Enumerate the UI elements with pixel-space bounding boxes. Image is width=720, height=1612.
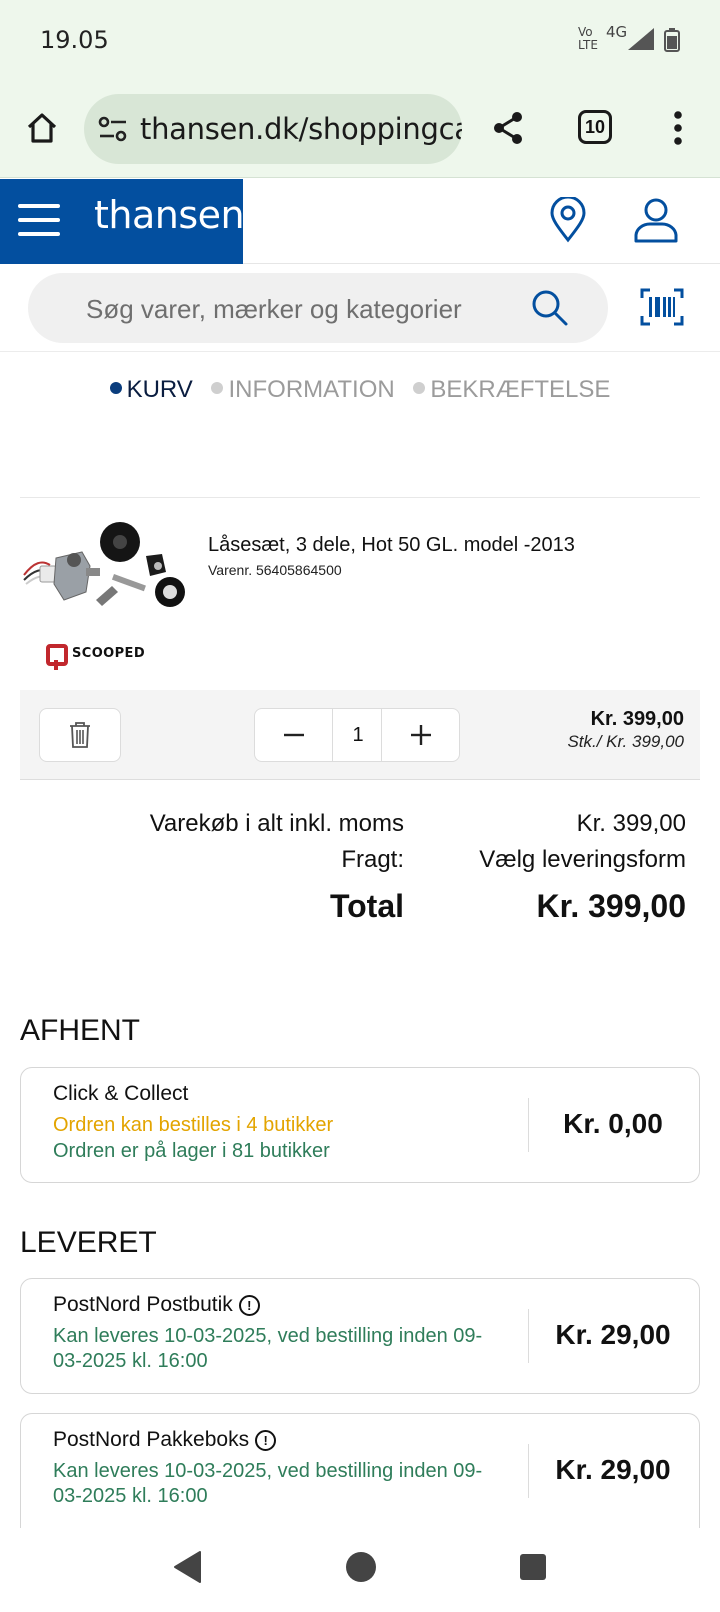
user-icon[interactable] — [632, 197, 680, 243]
pickup-heading: AFHENT — [20, 1014, 140, 1047]
status-bar: 19.05 Vo LTE 4G — [0, 0, 720, 80]
click-collect-option[interactable]: Click & Collect Ordren kan bestilles i 4… — [20, 1067, 700, 1183]
network-indicator: Vo LTE 4G — [578, 25, 627, 52]
step-information-label: INFORMATION — [228, 376, 395, 403]
share-icon[interactable] — [482, 102, 534, 154]
freight-label: Fragt: — [341, 846, 404, 873]
total-label: Total — [329, 888, 404, 924]
delivery-estimate: Kan leveres 10-03-2025, ved bestilling i… — [53, 1460, 483, 1482]
product-image[interactable] — [20, 520, 195, 630]
quantity-stepper: 1 — [254, 708, 460, 762]
recents-icon[interactable] — [518, 1552, 548, 1582]
clock: 19.05 — [40, 26, 109, 54]
delivery-deadline: 03-2025 kl. 16:00 — [53, 1485, 208, 1507]
network-gen-label: 4G — [606, 23, 628, 41]
cart-item: SCOOPED Låsesæt, 3 dele, Hot 50 GL. mode… — [20, 520, 700, 690]
postnord-pakkeboks-option[interactable]: PostNord Pakkeboks! Kan leveres 10-03-20… — [20, 1413, 700, 1541]
option-price: Kr. 29,00 — [555, 1454, 671, 1485]
search-row: Søg varer, mærker og kategorier — [0, 264, 720, 352]
step-confirmation-label: BEKRÆFTELSE — [430, 376, 611, 403]
postnord-postbutik-option[interactable]: PostNord Postbutik! Kan leveres 10-03-20… — [20, 1278, 700, 1394]
stock-availability: Ordren er på lager i 81 butikker — [53, 1140, 330, 1162]
brand-name: SCOOPED — [72, 646, 146, 661]
subtotal-value: Kr. 399,00 — [576, 810, 686, 837]
step-cart: KURV — [109, 376, 193, 404]
option-name: PostNord Postbutik! — [53, 1293, 260, 1317]
barcode-icon[interactable] — [640, 288, 684, 326]
search-icon[interactable] — [530, 288, 570, 328]
lte-label: LTE — [578, 38, 598, 52]
brand-logo: SCOOPED — [46, 644, 166, 670]
step-information: INFORMATION — [211, 376, 395, 404]
browser-toolbar: thansen.dk/shoppingcar 10 — [0, 80, 720, 178]
more-icon[interactable] — [652, 102, 704, 154]
tune-icon[interactable] — [98, 116, 128, 142]
search-input[interactable]: Søg varer, mærker og kategorier — [28, 273, 608, 343]
system-nav-bar — [0, 1528, 720, 1612]
trash-icon — [70, 722, 90, 748]
tab-switcher-button[interactable]: 10 — [578, 110, 612, 144]
info-icon[interactable]: ! — [255, 1430, 277, 1451]
option-name-text: PostNord Pakkeboks — [53, 1428, 250, 1451]
brand-block: thansen — [0, 179, 245, 264]
option-price: Kr. 0,00 — [563, 1108, 663, 1139]
cart-item-actions: 1 Kr. 399,00 Stk./ Kr. 399,00 — [20, 690, 700, 780]
search-placeholder: Søg varer, mærker og kategorier — [86, 294, 462, 324]
option-price: Kr. 29,00 — [555, 1319, 671, 1350]
option-name: Click & Collect — [53, 1082, 189, 1105]
order-availability: Ordren kan bestilles i 4 butikker — [53, 1114, 334, 1136]
thansen-logo[interactable]: thansen — [94, 193, 245, 237]
delivery-deadline: 03-2025 kl. 16:00 — [53, 1350, 208, 1372]
location-pin-icon[interactable] — [548, 197, 588, 243]
delivery-heading: LEVERET — [20, 1226, 157, 1259]
option-name-text: PostNord Postbutik — [53, 1293, 233, 1316]
battery-icon — [664, 28, 680, 52]
step-cart-label: KURV — [126, 376, 193, 403]
increase-quantity-button[interactable] — [381, 709, 459, 761]
option-name: PostNord Pakkeboks! — [53, 1428, 277, 1452]
product-title[interactable]: Låsesæt, 3 dele, Hot 50 GL. model -2013 — [208, 534, 575, 557]
menu-icon[interactable] — [18, 204, 60, 236]
step-confirmation: BEKRÆFTELSE — [413, 376, 610, 404]
home-icon[interactable] — [16, 102, 68, 154]
remove-item-button[interactable] — [39, 708, 121, 762]
signal-icon — [628, 28, 654, 50]
url-text: thansen.dk/shoppingcar — [140, 112, 462, 146]
subtotal-label: Varekøb i alt inkl. moms — [149, 810, 404, 837]
total-value: Kr. 399,00 — [536, 888, 686, 924]
divider — [20, 497, 700, 498]
home-nav-icon[interactable] — [344, 1550, 378, 1584]
site-header: thansen — [0, 179, 720, 264]
unit-price: Stk./ Kr. 399,00 — [567, 732, 684, 751]
minus-icon — [283, 733, 304, 737]
delivery-estimate: Kan leveres 10-03-2025, ved bestilling i… — [53, 1325, 483, 1347]
freight-value: Vælg leveringsform — [479, 846, 686, 873]
quantity-value[interactable]: 1 — [333, 709, 383, 761]
info-icon[interactable]: ! — [238, 1295, 260, 1316]
checkout-steps: KURV INFORMATION BEKRÆFTELSE — [0, 376, 720, 416]
product-sku: Varenr. 56405864500 — [208, 562, 342, 578]
back-icon[interactable] — [172, 1550, 202, 1584]
plus-icon — [410, 725, 431, 745]
url-bar[interactable]: thansen.dk/shoppingcar — [84, 94, 462, 164]
decrease-quantity-button[interactable] — [255, 709, 333, 761]
line-price: Kr. 399,00 — [590, 708, 684, 730]
